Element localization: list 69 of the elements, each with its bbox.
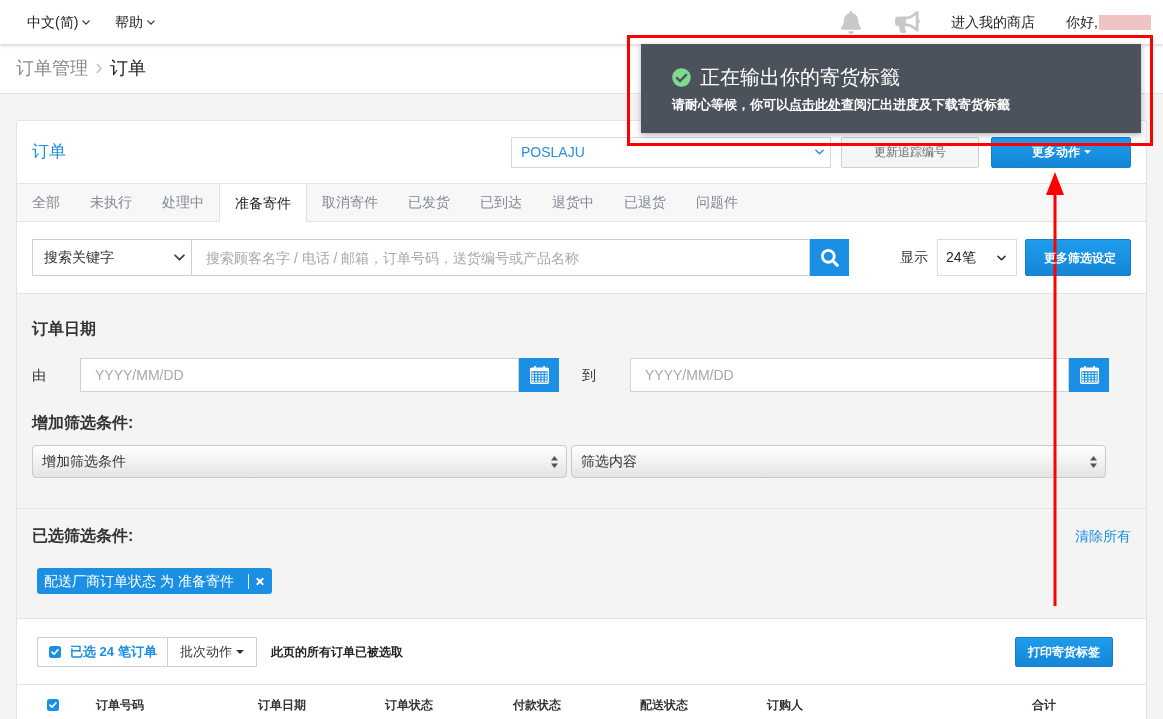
toast-title: 正在输出你的寄货标籤: [700, 65, 900, 89]
search-field[interactable]: 搜索顾客名字 / 电话 / 邮箱，订单号码，送货编号或产品名称: [192, 239, 810, 276]
calendar-icon: [1079, 366, 1099, 384]
chevron-down-icon: [815, 149, 824, 155]
show-label: 显示: [900, 248, 928, 267]
column-header: 合计: [1032, 696, 1056, 714]
breadcrumb-link[interactable]: 订单: [110, 55, 146, 82]
status-tab[interactable]: 取消寄件: [307, 184, 393, 221]
up-down-arrows-icon: [1090, 455, 1097, 468]
column-header: 付款状态: [513, 696, 561, 714]
calendar-icon: [529, 366, 549, 384]
print-labels-button[interactable]: 打印寄货标签: [1015, 636, 1113, 667]
greeting-text: 你好,: [1066, 12, 1098, 32]
chevron-right-icon: [96, 63, 102, 74]
remove-icon[interactable]: [254, 575, 265, 587]
search-button[interactable]: [810, 239, 849, 276]
date-field[interactable]: YYYY/MM/DD: [630, 358, 1069, 392]
chevron-down-icon: [997, 254, 1006, 261]
column-header: 订单状态: [385, 696, 433, 714]
chevron-down-icon: [174, 254, 185, 261]
status-tab[interactable]: 准备寄件: [219, 184, 307, 222]
page-size-select[interactable]: 24笔: [937, 239, 1017, 276]
batch-actions-button[interactable]: 批次动作: [167, 637, 256, 666]
toast-message: 请耐心等候，你可以点击此处查阅汇出进度及下载寄货标籤: [672, 96, 1011, 114]
action-button[interactable]: 更新追踪编号: [841, 136, 979, 168]
status-tab[interactable]: 问题件: [681, 184, 753, 221]
calendar-button[interactable]: [519, 358, 559, 392]
status-tab[interactable]: 已退货: [609, 184, 681, 221]
column-header: 订单号码: [96, 696, 144, 714]
store-link[interactable]: 进入我的商店: [951, 11, 1036, 33]
details-link[interactable]: 点击此处: [789, 97, 841, 112]
filter-select[interactable]: 筛选内容: [571, 445, 1106, 478]
actions-menu-button[interactable]: 更多动作: [991, 136, 1131, 168]
menu-button[interactable]: 中文(简): [27, 11, 91, 33]
status-tab[interactable]: 已到达: [465, 184, 537, 221]
checkbox[interactable]: [47, 698, 59, 711]
chevron-down-icon: [82, 19, 91, 25]
chevron-down-icon: [147, 19, 156, 25]
keyword-select[interactable]: 搜索关键字: [32, 239, 192, 276]
menu-button[interactable]: 帮助: [115, 11, 156, 33]
section-title: 已选筛选条件:: [32, 526, 135, 546]
up-down-arrows-icon: [551, 455, 558, 468]
courier-select[interactable]: POSLAJU: [511, 136, 831, 168]
column-header: 订单日期: [258, 696, 306, 714]
status-tab[interactable]: 已发货: [393, 184, 465, 221]
status-tab[interactable]: 未执行: [75, 184, 147, 221]
date-label: 由: [32, 365, 47, 385]
section-title: 订单日期: [32, 319, 97, 339]
date-label: 到: [582, 365, 597, 385]
checkbox[interactable]: [49, 645, 61, 658]
card-title: 订单: [32, 141, 67, 164]
breadcrumb-link[interactable]: 订单管理: [16, 55, 88, 82]
selected-count: 已选 24 笔订单: [70, 642, 157, 661]
section-title: 增加筛选条件:: [32, 413, 135, 433]
filter-select[interactable]: 增加筛选条件: [32, 445, 567, 478]
caret-icon: [235, 649, 244, 654]
column-header: 订购人: [767, 696, 803, 714]
clear-all-link[interactable]: 清除所有: [1075, 525, 1131, 547]
check-icon: [672, 67, 691, 87]
selection-note: 此页的所有订单已被选取: [270, 643, 404, 661]
calendar-button[interactable]: [1069, 358, 1109, 392]
status-tab[interactable]: 全部: [17, 184, 75, 221]
status-tab[interactable]: 退货中: [537, 184, 609, 221]
date-field[interactable]: YYYY/MM/DD: [80, 358, 519, 392]
column-header: 配送状态: [640, 696, 688, 714]
search-icon: [820, 248, 839, 267]
status-tab[interactable]: 处理中: [147, 184, 219, 221]
redacted-name: [1099, 14, 1151, 30]
chip-label: 配送厂商订单状态 为 准备寄件: [44, 571, 234, 591]
